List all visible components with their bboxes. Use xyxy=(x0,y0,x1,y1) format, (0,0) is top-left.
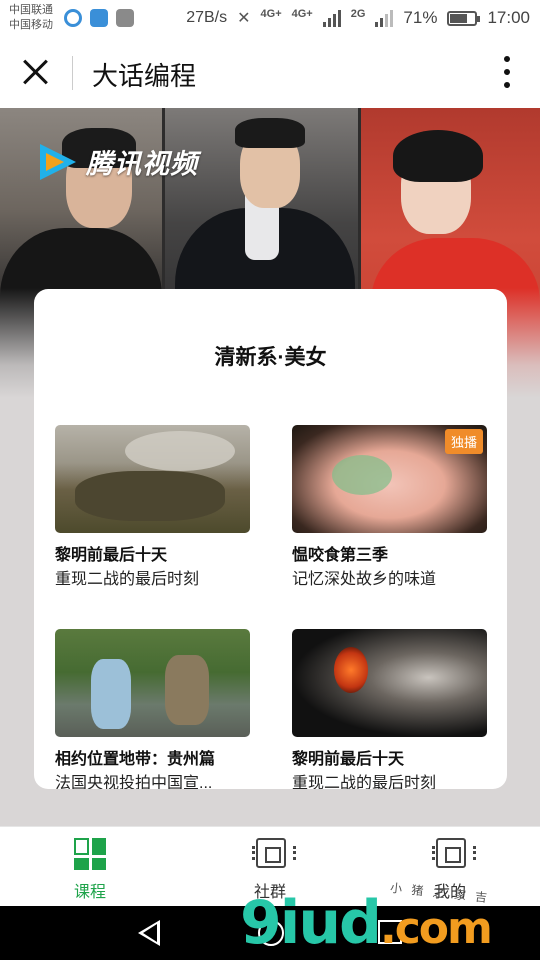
notification-icons xyxy=(64,9,134,27)
carrier-2: 中国移动 xyxy=(9,19,53,31)
video-title[interactable]: 黎明前最后十天 xyxy=(55,541,167,565)
network-4g-2: 4G+ xyxy=(291,8,313,20)
video-subtitle: 重现二战的最后时刻 xyxy=(292,775,437,789)
app-header: 大话编程 xyxy=(0,38,540,108)
video-thumbnail[interactable]: 独播 xyxy=(292,425,487,533)
net-speed: 27B/s xyxy=(186,9,228,26)
location-icon xyxy=(90,9,108,27)
video-subtitle: 记忆深处故乡的味道 xyxy=(292,571,437,588)
card-title: 清新系·美女 xyxy=(214,346,327,369)
battery-percent: 71% xyxy=(403,8,438,27)
battery-fill xyxy=(450,13,468,23)
tab-label: 课程 xyxy=(73,884,106,901)
header-divider xyxy=(72,56,73,90)
exclusive-badge: 独播 xyxy=(444,429,483,454)
back-icon[interactable] xyxy=(138,920,160,946)
watermark-suffix: .com xyxy=(379,903,493,954)
logo-text: 腾讯视频 xyxy=(86,149,198,179)
video-title[interactable]: 愠咬食第三季 xyxy=(292,541,388,565)
battery-icon xyxy=(447,10,481,26)
page-title: 大话编程 xyxy=(92,61,197,91)
status-bar: 中国联通 中国移动 27B/s ✕ 4G+ 4G+ 2G 71% 17:00 xyxy=(0,0,540,38)
embryo-visual xyxy=(334,647,368,693)
close-icon[interactable] xyxy=(22,58,50,86)
network-4g: 4G+ xyxy=(260,8,282,20)
carrier-1: 中国联通 xyxy=(9,4,53,16)
sync-icon xyxy=(64,9,82,27)
video-thumbnail[interactable] xyxy=(55,425,250,533)
more-options-icon[interactable] xyxy=(504,56,510,88)
status-right: 27B/s ✕ 4G+ 4G+ 2G 71% 17:00 xyxy=(186,8,530,28)
tencent-video-icon xyxy=(40,143,80,180)
network-2g: 2G xyxy=(350,8,366,20)
signal-icon-2 xyxy=(375,9,394,27)
video-subtitle: 重现二战的最后时刻 xyxy=(55,571,200,588)
image-icon xyxy=(116,9,134,27)
clock: 17:00 xyxy=(487,8,530,27)
video-thumbnail[interactable] xyxy=(292,629,487,737)
tab-courses[interactable]: 课程 xyxy=(30,827,150,907)
video-subtitle: 法国央视投拍中国宣... xyxy=(55,775,213,789)
chip-icon xyxy=(432,838,476,868)
watermark-main: 9iud xyxy=(240,888,382,958)
recommendation-card: 清新系·美女 黎明前最后十天 重现二战的最后时刻 独播 愠咬食第三季 记忆深处故… xyxy=(34,289,507,789)
mute-icon: ✕ xyxy=(237,10,251,27)
video-title[interactable]: 黎明前最后十天 xyxy=(292,745,404,769)
tencent-video-logo: 腾讯视频 xyxy=(40,142,198,181)
carrier-info: 中国联通 中国移动 xyxy=(9,3,53,33)
video-thumbnail[interactable] xyxy=(55,629,250,737)
video-title[interactable]: 相约位置地带：贵州篇 xyxy=(55,745,215,769)
signal-icon xyxy=(322,9,341,27)
grid-icon xyxy=(74,838,106,870)
chip-icon xyxy=(252,838,296,868)
